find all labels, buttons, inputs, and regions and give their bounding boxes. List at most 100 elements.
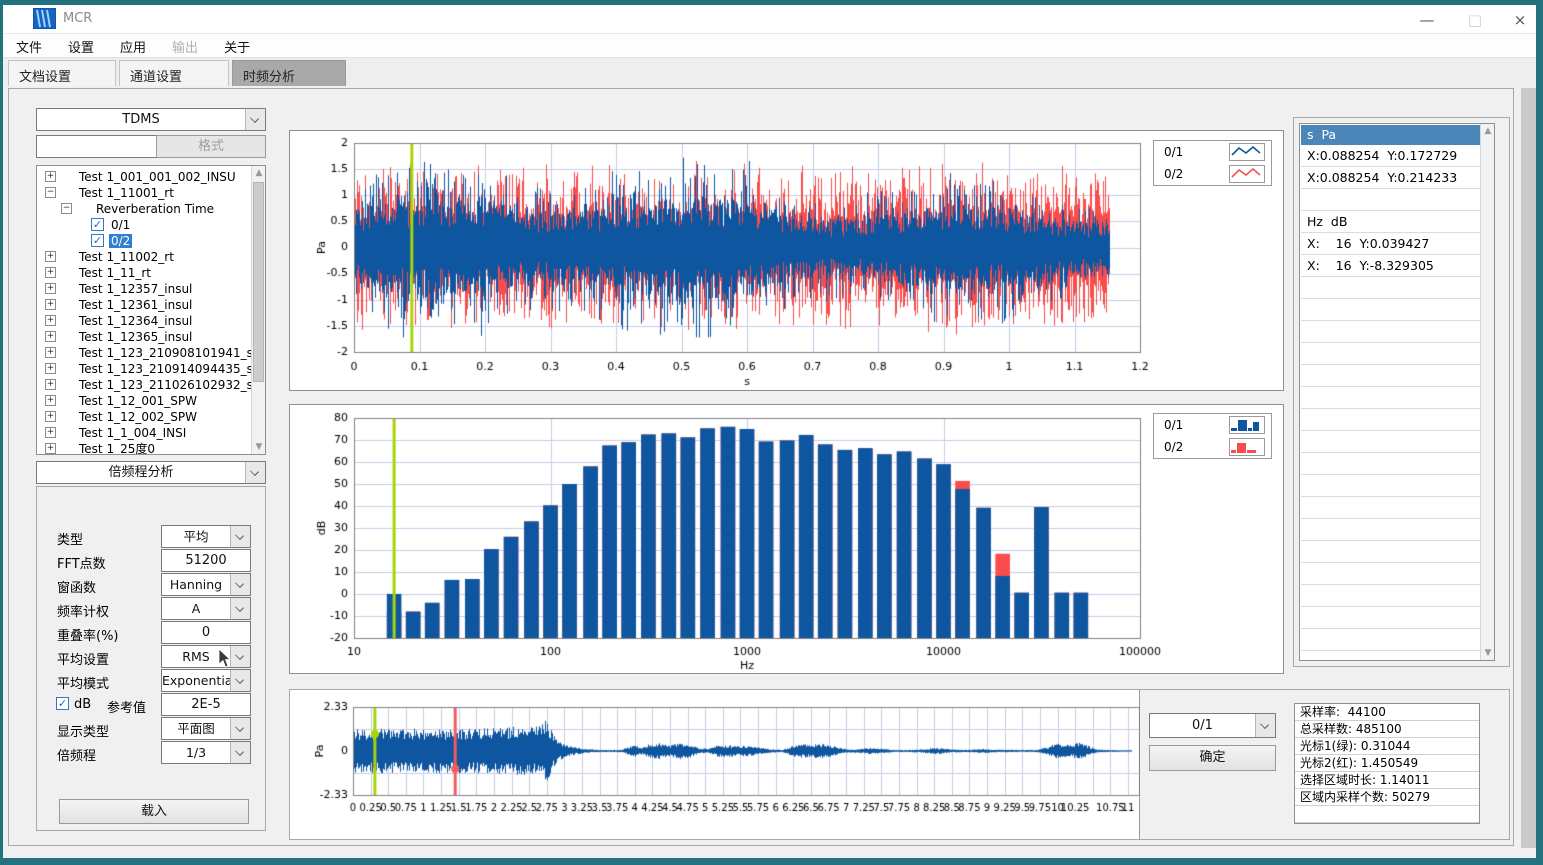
- form-select[interactable]: 平面图: [161, 717, 251, 740]
- form-label: 平均模式: [57, 673, 109, 692]
- waveform-chart-panel: [289, 130, 1284, 391]
- minus-icon[interactable]: −: [61, 203, 72, 214]
- analysis-type-value: 倍频程分析: [37, 462, 245, 483]
- tree-item[interactable]: ✓ 0/1: [37, 217, 251, 233]
- tree-item[interactable]: + Test 1_12_002_SPW: [37, 409, 251, 425]
- maximize-button[interactable]: □: [1458, 9, 1492, 31]
- plus-icon[interactable]: +: [45, 427, 56, 438]
- third-octave-spectrum-chart[interactable]: [290, 405, 1285, 675]
- format-input[interactable]: [36, 135, 157, 158]
- analysis-type-select[interactable]: 倍频程分析: [36, 461, 266, 484]
- tree-item-label: Test 1_11_rt: [77, 266, 153, 280]
- readout-row[interactable]: X: 16 Y:-8.329305: [1301, 255, 1482, 277]
- readout-row[interactable]: X:0.088254 Y:0.172729: [1301, 145, 1482, 167]
- tree-item-label: Test 1_12_002_SPW: [77, 410, 199, 424]
- tab-1[interactable]: 文档设置: [8, 60, 116, 86]
- tree-item[interactable]: +Test 1_123_211026102932_spw: [37, 377, 251, 393]
- plus-icon[interactable]: +: [45, 315, 56, 326]
- scroll-down-icon[interactable]: ▼: [1481, 646, 1495, 660]
- plus-icon[interactable]: +: [45, 267, 56, 278]
- tree-item[interactable]: +Test 1_12_001_SPW: [37, 393, 251, 409]
- plus-icon[interactable]: +: [45, 299, 56, 310]
- load-button[interactable]: 载入: [59, 799, 249, 824]
- plus-icon[interactable]: +: [45, 395, 56, 406]
- tree-item[interactable]: +Test 1_123_210914094435_spw: [37, 361, 251, 377]
- overview-chart-panel: [290, 690, 1140, 839]
- tree-item[interactable]: +Test 1_1_004_INSI: [37, 425, 251, 441]
- menu-item[interactable]: 设置: [68, 37, 94, 56]
- confirm-button[interactable]: 确定: [1149, 745, 1276, 771]
- tree-scrollbar-thumb[interactable]: [253, 182, 264, 382]
- menu-item: 输出: [172, 37, 198, 56]
- menu-item[interactable]: 文件: [16, 37, 42, 56]
- checkbox[interactable]: ✓: [91, 234, 104, 247]
- tree-item[interactable]: + Test 1_12357_insul: [37, 281, 251, 297]
- tab-2[interactable]: 通道设置: [119, 60, 229, 86]
- tree-item[interactable]: + Test 1_11_rt: [37, 265, 251, 281]
- tree-item-label: Reverberation Time: [94, 202, 216, 216]
- plus-icon[interactable]: +: [45, 331, 56, 342]
- reference-value-label: 参考值: [107, 697, 146, 716]
- form-select[interactable]: Hanning: [161, 573, 251, 596]
- readout-scrollbar[interactable]: ▲ ▼: [1480, 124, 1494, 660]
- tree-item[interactable]: +Test 1_001_001_002_INSU: [37, 169, 251, 185]
- tree-item-label: Test 1_25度0: [77, 442, 157, 454]
- overview-waveform-chart[interactable]: [290, 690, 1140, 839]
- checkbox[interactable]: ✓: [91, 218, 104, 231]
- selected-waveform-chart[interactable]: [290, 131, 1285, 392]
- scroll-up-icon[interactable]: ▲: [1481, 124, 1495, 138]
- tree-item[interactable]: − Reverberation Time: [37, 201, 251, 217]
- tab-strip: 文档设置通道设置时频分析: [3, 58, 1536, 86]
- plus-icon[interactable]: +: [45, 363, 56, 374]
- menu-item[interactable]: 应用: [120, 37, 146, 56]
- stats-list: 采样率: 44100总采样数: 485100光标1(绿): 0.31044光标2…: [1295, 704, 1479, 823]
- form-select[interactable]: Exponential: [161, 669, 251, 692]
- stat-row: 光标1(绿): 0.31044: [1295, 738, 1479, 755]
- chevron-down-icon: [1255, 714, 1275, 737]
- file-tree: +Test 1_001_001_002_INSU−Test 1_11001_rt…: [37, 169, 251, 454]
- reference-value-input[interactable]: [161, 693, 251, 716]
- tree-item[interactable]: +Test 1_12365_insul: [37, 329, 251, 345]
- app-logo-icon: [33, 8, 56, 29]
- plus-icon[interactable]: +: [45, 411, 56, 422]
- tree-item[interactable]: +Test 1_123_210908101941_spw: [37, 345, 251, 361]
- plus-icon[interactable]: +: [45, 171, 56, 182]
- readout-row[interactable]: X:0.088254 Y:0.214233: [1301, 167, 1482, 189]
- plus-icon[interactable]: +: [45, 283, 56, 294]
- readout-row[interactable]: X: 16 Y:0.039427: [1301, 233, 1482, 255]
- tree-item[interactable]: +Test 1_12364_insul: [37, 313, 251, 329]
- plus-icon[interactable]: +: [45, 347, 56, 358]
- tree-item[interactable]: +Test 1_12361_insul: [37, 297, 251, 313]
- form-select-value: 平均: [162, 526, 230, 547]
- form-select[interactable]: 1/3: [161, 741, 251, 764]
- stat-row: 光标2(红): 1.450549: [1295, 755, 1479, 772]
- minimize-button[interactable]: —: [1410, 9, 1444, 31]
- legend-label: 0/1: [1164, 145, 1183, 159]
- tree-item[interactable]: +Test 1_11002_rt: [37, 249, 251, 265]
- file-format-select[interactable]: TDMS: [36, 108, 266, 131]
- tree-item-label: Test 1_12357_insul: [77, 282, 194, 296]
- scroll-down-icon[interactable]: ▼: [252, 440, 266, 454]
- overview-channel-select[interactable]: 0/1: [1149, 713, 1276, 738]
- minus-icon[interactable]: −: [45, 187, 56, 198]
- form-select[interactable]: 平均: [161, 525, 251, 548]
- form-select[interactable]: A: [161, 597, 251, 620]
- form-select[interactable]: RMS: [161, 645, 251, 668]
- tree-scrollbar[interactable]: ▲ ▼: [251, 166, 265, 454]
- tree-item[interactable]: −Test 1_11001_rt: [37, 185, 251, 201]
- close-button[interactable]: ×: [1503, 9, 1537, 31]
- readout-row[interactable]: Hz dB: [1301, 211, 1482, 233]
- chevron-down-icon: [230, 670, 250, 691]
- plus-icon[interactable]: +: [45, 379, 56, 390]
- tree-item-label: 0/1: [109, 218, 132, 232]
- menu-item[interactable]: 关于: [224, 37, 250, 56]
- plus-icon[interactable]: +: [45, 251, 56, 262]
- form-input[interactable]: [161, 621, 251, 644]
- form-input[interactable]: [161, 549, 251, 572]
- tree-item[interactable]: + Test 1_25度0: [37, 441, 251, 454]
- plus-icon[interactable]: +: [45, 443, 56, 454]
- db-checkbox[interactable]: ✓: [56, 697, 69, 710]
- tab-3[interactable]: 时频分析: [232, 60, 346, 86]
- tree-item[interactable]: ✓0/2: [37, 233, 251, 249]
- scroll-up-icon[interactable]: ▲: [252, 166, 266, 180]
